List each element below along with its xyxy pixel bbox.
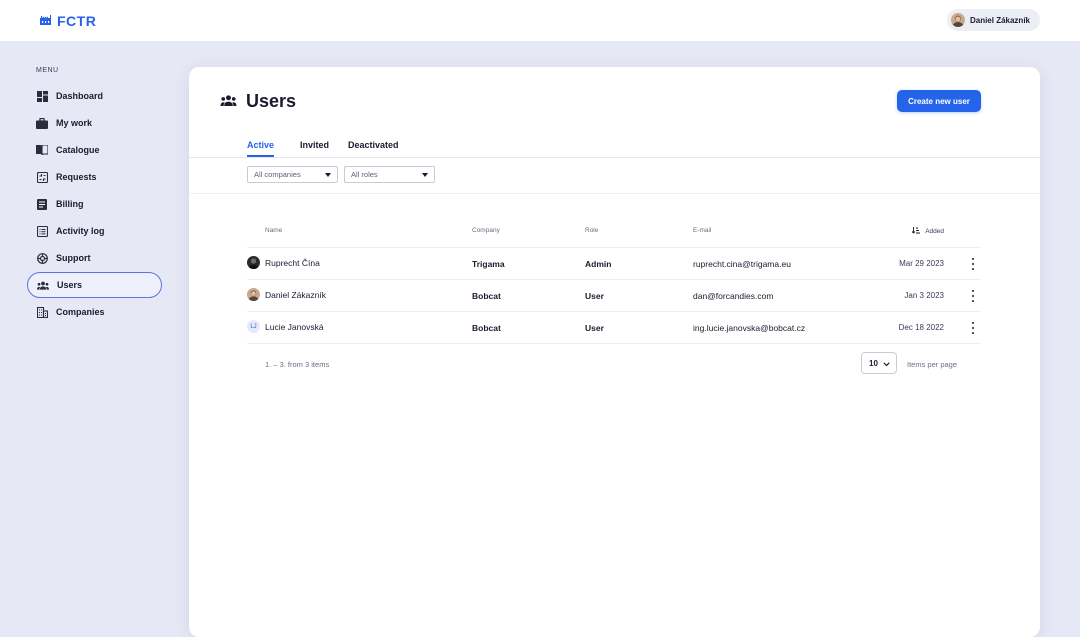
- email-cell: ruprecht.cina@trigama.eu: [693, 259, 791, 269]
- user-name: Daniel Zákazník: [265, 289, 326, 300]
- role-filter-value: All roles: [351, 170, 378, 179]
- users-icon: [37, 279, 49, 291]
- book-icon: [36, 144, 48, 156]
- tab-deactivated[interactable]: Deactivated: [348, 140, 399, 155]
- column-added[interactable]: Added: [911, 227, 944, 236]
- chevron-down-icon: [883, 360, 890, 369]
- list-icon: [36, 225, 48, 237]
- tab-invited[interactable]: Invited: [300, 140, 329, 155]
- email-cell: dan@forcandies.com: [693, 291, 774, 301]
- avatar: [247, 256, 260, 269]
- briefcase-icon: [36, 117, 48, 129]
- sidebar-item-label: Billing: [56, 199, 84, 209]
- page-header: Users: [220, 91, 296, 112]
- filter-bar: All companies All roles: [189, 157, 1040, 194]
- sidebar-item-label: Companies: [56, 307, 105, 317]
- sidebar-item-label: Support: [56, 253, 91, 263]
- user-name-cell: Daniel Zákazník: [247, 288, 326, 301]
- sidebar-item-companies[interactable]: Companies: [27, 299, 162, 325]
- company-filter-value: All companies: [254, 170, 301, 179]
- sidebar-item-my-work[interactable]: My work: [27, 110, 162, 136]
- caret-down-icon: [422, 173, 428, 177]
- sidebar-item-catalogue[interactable]: Catalogue: [27, 137, 162, 163]
- sidebar-item-billing[interactable]: Billing: [27, 191, 162, 217]
- role-filter[interactable]: All roles: [344, 166, 435, 183]
- sidebar-nav: Dashboard My work Catalogue Requests Bil…: [27, 83, 162, 326]
- menu-caption: MENU: [36, 67, 59, 74]
- table-header: Name Company Role E-mail Added: [247, 217, 981, 248]
- per-page-value: 10: [869, 358, 878, 368]
- table-row[interactable]: Daniel Zákazník Bobcat User dan@forcandi…: [247, 280, 981, 312]
- per-page-label: Items per page: [907, 360, 958, 369]
- company-cell: Bobcat: [472, 323, 501, 333]
- avatar: [247, 288, 260, 301]
- user-menu[interactable]: Daniel Zákazník: [946, 9, 1040, 31]
- sidebar-item-label: Catalogue: [56, 145, 100, 155]
- sidebar-item-label: Dashboard: [56, 91, 104, 101]
- initials-avatar: LJ: [247, 320, 260, 333]
- tab-bar: Active Invited Deactivated: [189, 136, 1040, 158]
- user-name: Ruprecht Čína: [265, 257, 320, 268]
- users-icon: [220, 93, 237, 111]
- more-options-icon[interactable]: [970, 257, 976, 271]
- sort-icon: [911, 227, 921, 236]
- dashboard-icon: [36, 90, 48, 102]
- sidebar-item-label: Activity log: [56, 226, 105, 236]
- tab-active[interactable]: Active: [247, 140, 275, 157]
- email-cell: ing.lucie.janovska@bobcat.cz: [693, 323, 806, 333]
- sidebar-item-dashboard[interactable]: Dashboard: [27, 83, 162, 109]
- caret-down-icon: [325, 173, 331, 177]
- sidebar-item-requests[interactable]: Requests: [27, 164, 162, 190]
- sidebar-item-label: Users: [57, 280, 83, 290]
- lifebuoy-icon: [36, 252, 48, 264]
- top-bar: FCTR Daniel Zákazník: [0, 0, 1080, 42]
- per-page-select[interactable]: 10: [861, 352, 897, 374]
- added-cell: Mar 29 2023: [899, 259, 944, 268]
- pagination: 1. – 3. from 3 items 10 Items per page: [247, 344, 981, 382]
- sidebar-item-support[interactable]: Support: [27, 245, 162, 271]
- table-row[interactable]: LJ Lucie Janovská Bobcat User ing.lucie.…: [247, 312, 981, 344]
- logo-text: FCTR: [57, 13, 97, 29]
- create-user-button[interactable]: Create new user: [897, 90, 981, 112]
- sidebar-item-activity-log[interactable]: Activity log: [27, 218, 162, 244]
- role-cell: User: [585, 323, 604, 333]
- added-cell: Jan 3 2023: [904, 291, 944, 300]
- sidebar-item-users[interactable]: Users: [27, 272, 162, 298]
- column-added-label: Added: [925, 228, 944, 235]
- sidebar-item-label: My work: [56, 118, 93, 128]
- user-name-cell: Ruprecht Čína: [247, 256, 320, 269]
- column-company[interactable]: Company: [472, 227, 500, 234]
- company-cell: Trigama: [472, 259, 505, 269]
- more-options-icon[interactable]: [970, 289, 976, 303]
- sidebar-item-label: Requests: [56, 172, 97, 182]
- users-table: Name Company Role E-mail Added Ruprecht …: [247, 217, 981, 382]
- page-title: Users: [246, 91, 297, 111]
- users-panel: Users Create new user Active Invited Dea…: [189, 67, 1040, 637]
- factory-icon: [40, 12, 52, 30]
- user-name: Daniel Zákazník: [969, 15, 1030, 25]
- building-icon: [36, 306, 48, 318]
- table-row[interactable]: Ruprecht Čína Trigama Admin ruprecht.cin…: [247, 248, 981, 280]
- pagination-info: 1. – 3. from 3 items: [265, 360, 330, 369]
- column-name[interactable]: Name: [265, 227, 282, 234]
- receipt-icon: [36, 198, 48, 210]
- company-cell: Bobcat: [472, 291, 501, 301]
- user-name-cell: LJ Lucie Janovská: [247, 320, 324, 333]
- added-cell: Dec 18 2022: [898, 323, 944, 332]
- avatar: [950, 13, 965, 27]
- company-filter[interactable]: All companies: [247, 166, 338, 183]
- user-name: Lucie Janovská: [265, 321, 324, 332]
- more-options-icon[interactable]: [970, 321, 976, 335]
- column-role[interactable]: Role: [585, 227, 598, 234]
- column-email[interactable]: E-mail: [693, 227, 711, 234]
- logo[interactable]: FCTR: [40, 12, 96, 30]
- role-cell: User: [585, 291, 604, 301]
- requests-icon: [36, 171, 48, 183]
- role-cell: Admin: [585, 259, 612, 269]
